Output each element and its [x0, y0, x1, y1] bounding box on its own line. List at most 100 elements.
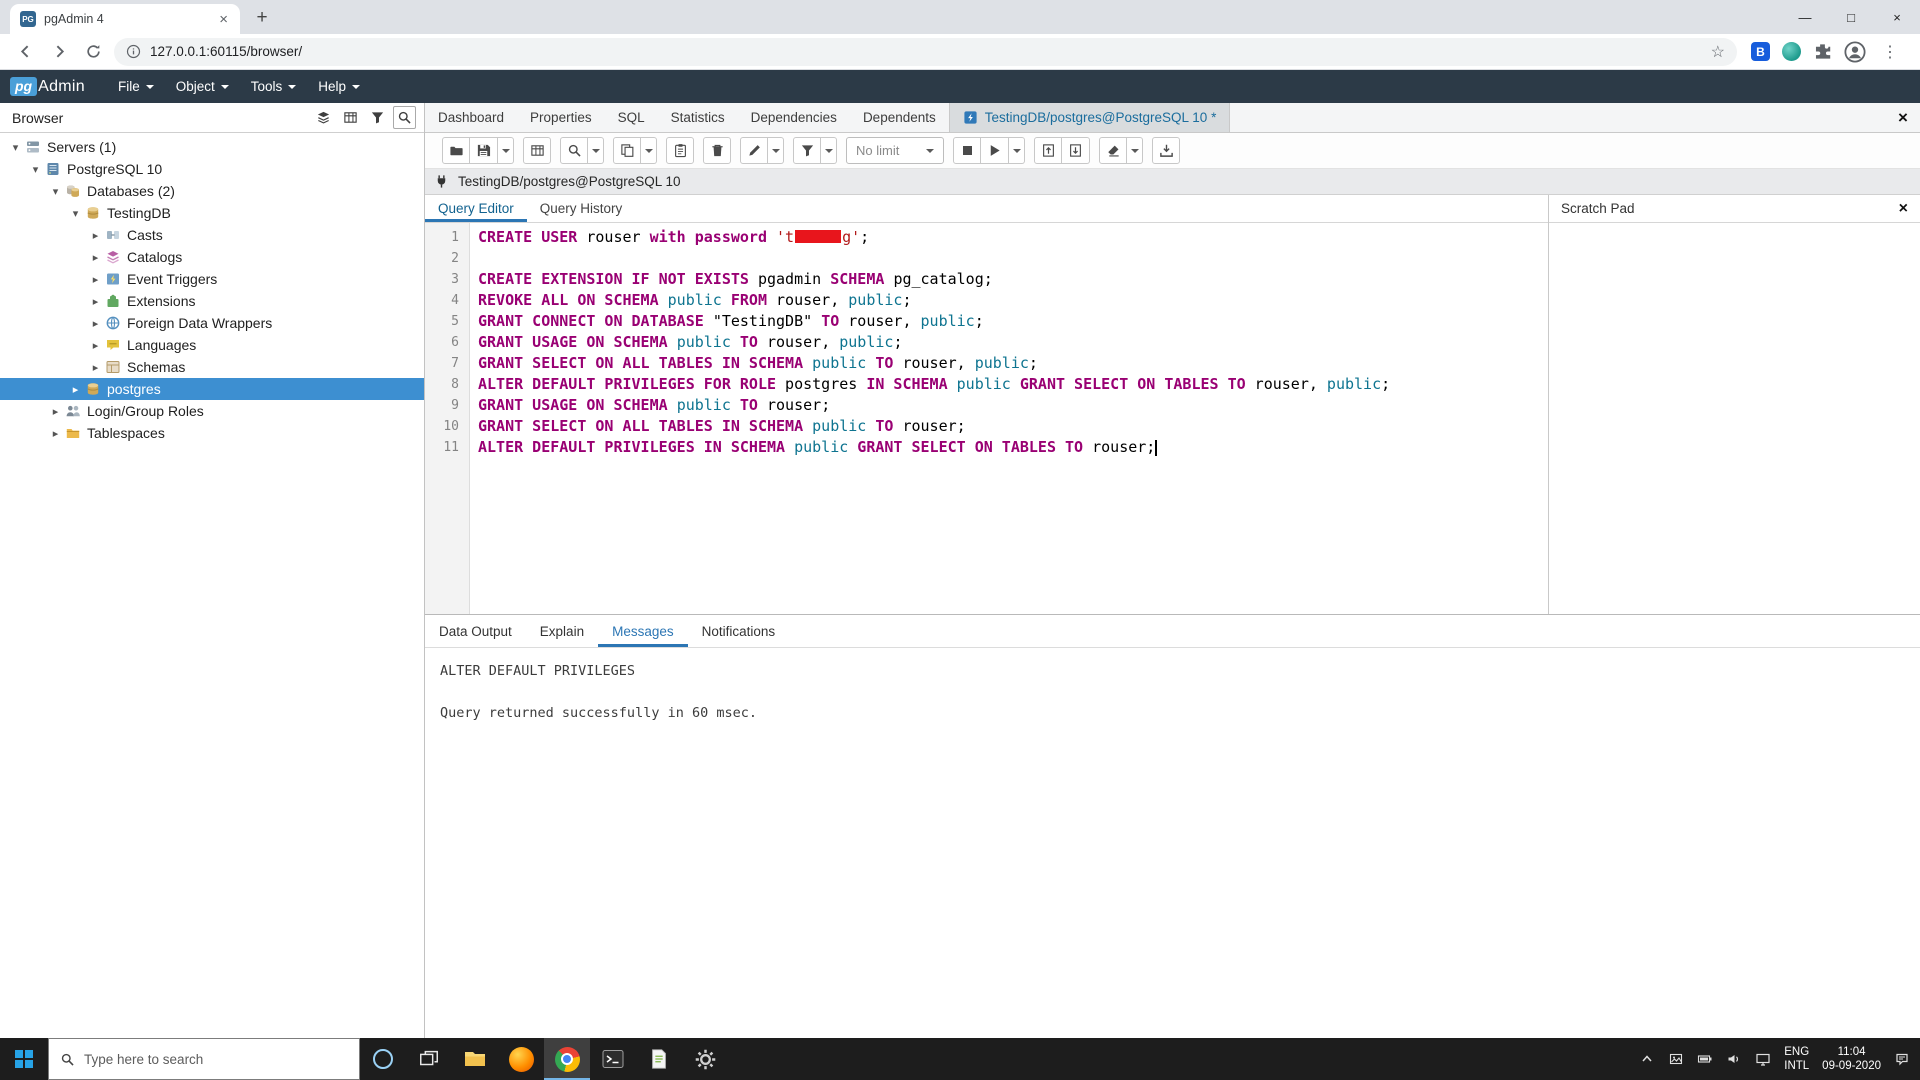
back-button[interactable] — [12, 39, 38, 65]
paste-button[interactable] — [666, 137, 694, 164]
tab-query-editor[interactable]: Query Editor — [425, 195, 527, 222]
find-dropdown-button[interactable] — [588, 137, 604, 164]
scratch-pad-close-icon[interactable]: × — [1899, 200, 1908, 218]
scratch-pad-body[interactable] — [1549, 223, 1920, 614]
search-browser-tree-button[interactable] — [393, 106, 416, 129]
browser-menu-icon[interactable]: ⋮ — [1878, 42, 1902, 62]
edit-grid-button[interactable] — [523, 137, 551, 164]
chevron-right-icon[interactable]: ▸ — [88, 317, 103, 330]
tree-item-catalogs[interactable]: ▸Catalogs — [0, 246, 424, 268]
tree-item-languages[interactable]: ▸Languages — [0, 334, 424, 356]
save-file-dropdown-button[interactable] — [498, 137, 514, 164]
chevron-right-icon[interactable]: ▸ — [88, 229, 103, 242]
chevron-down-icon[interactable]: ▾ — [28, 163, 43, 176]
browser-tab[interactable]: PG pgAdmin 4 × — [10, 4, 240, 34]
find-button[interactable] — [560, 137, 588, 164]
taskbar-search[interactable]: Type here to search — [48, 1038, 360, 1080]
action-center-icon[interactable] — [1894, 1051, 1910, 1067]
edit-options-button[interactable] — [740, 137, 768, 164]
url-bar[interactable]: 127.0.0.1:60115/browser/ ☆ — [114, 38, 1737, 66]
tab-data-output[interactable]: Data Output — [425, 615, 526, 647]
reload-button[interactable] — [80, 39, 106, 65]
tree-item-postgresql-10[interactable]: ▾PostgreSQL 10 — [0, 158, 424, 180]
chevron-down-icon[interactable]: ▾ — [8, 141, 23, 154]
taskbar-app-settings-icon[interactable] — [682, 1038, 728, 1080]
rollback-button[interactable] — [1062, 137, 1090, 164]
extension-b-icon[interactable]: B — [1751, 42, 1770, 61]
tree-item-event-triggers[interactable]: ▸Event Triggers — [0, 268, 424, 290]
code-line[interactable]: 7GRANT SELECT ON ALL TABLES IN SCHEMA pu… — [425, 353, 1548, 374]
code-line[interactable]: 1CREATE USER rouser with password 'tg'; — [425, 227, 1548, 248]
code-line[interactable]: 10GRANT SELECT ON ALL TABLES IN SCHEMA p… — [425, 416, 1548, 437]
menu-file[interactable]: File — [107, 70, 165, 103]
code-line[interactable]: 11ALTER DEFAULT PRIVILEGES IN SCHEMA pub… — [425, 437, 1548, 458]
code-line[interactable]: 9GRANT USAGE ON SCHEMA public TO rouser; — [425, 395, 1548, 416]
chevron-right-icon[interactable]: ▸ — [88, 339, 103, 352]
view-properties-grid-button[interactable] — [339, 106, 362, 129]
code-line[interactable]: 5GRANT CONNECT ON DATABASE "TestingDB" T… — [425, 311, 1548, 332]
chevron-right-icon[interactable]: ▸ — [48, 405, 63, 418]
download-csv-button[interactable] — [1152, 137, 1180, 164]
clock[interactable]: 11:04 09-09-2020 — [1822, 1045, 1881, 1073]
site-info-icon[interactable] — [126, 44, 141, 59]
speaker-icon[interactable] — [1726, 1051, 1742, 1067]
tab-query-history[interactable]: Query History — [527, 195, 636, 222]
tab-close-icon[interactable]: × — [217, 12, 230, 27]
new-tab-button[interactable]: + — [248, 4, 276, 32]
close-window-button[interactable]: × — [1874, 0, 1920, 34]
tree-item-casts[interactable]: ▸Casts — [0, 224, 424, 246]
tab-dependents[interactable]: Dependents — [850, 103, 949, 132]
forward-button[interactable] — [46, 39, 72, 65]
taskbar-app-task-view[interactable] — [406, 1038, 452, 1080]
code-line[interactable]: 8ALTER DEFAULT PRIVILEGES FOR ROLE postg… — [425, 374, 1548, 395]
chevron-down-icon[interactable]: ▾ — [48, 185, 63, 198]
execute-query-dropdown-button[interactable] — [1009, 137, 1025, 164]
battery-icon[interactable] — [1697, 1051, 1713, 1067]
commit-button[interactable] — [1034, 137, 1062, 164]
clear-dropdown-button[interactable] — [1127, 137, 1143, 164]
clear-button[interactable] — [1099, 137, 1127, 164]
tree-item-extensions[interactable]: ▸Extensions — [0, 290, 424, 312]
tab-notifications[interactable]: Notifications — [688, 615, 790, 647]
delete-row-button[interactable] — [703, 137, 731, 164]
tree-item-testingdb[interactable]: ▾TestingDB — [0, 202, 424, 224]
copy-dropdown-button[interactable] — [641, 137, 657, 164]
extension-globe-icon[interactable] — [1782, 42, 1801, 61]
tree-item-foreign-data-wrappers[interactable]: ▸Foreign Data Wrappers — [0, 312, 424, 334]
filter-browser-tree-button[interactable] — [366, 106, 389, 129]
taskbar-app-cortana[interactable] — [360, 1038, 406, 1080]
tree-item-servers-1[interactable]: ▾Servers (1) — [0, 136, 424, 158]
minimize-button[interactable]: — — [1782, 0, 1828, 34]
chevron-right-icon[interactable]: ▸ — [68, 383, 83, 396]
code-line[interactable]: 4REVOKE ALL ON SCHEMA public FROM rouser… — [425, 290, 1548, 311]
bookmark-star-icon[interactable]: ☆ — [1711, 42, 1725, 62]
chevron-up-icon[interactable] — [1639, 1051, 1655, 1067]
taskbar-app-file-explorer-icon[interactable] — [452, 1038, 498, 1080]
language-indicator[interactable]: ENG INTL — [1784, 1045, 1809, 1073]
maximize-button[interactable]: □ — [1828, 0, 1874, 34]
code-line[interactable]: 6GRANT USAGE ON SCHEMA public TO rouser,… — [425, 332, 1548, 353]
menu-tools[interactable]: Tools — [240, 70, 308, 103]
tab-dependencies[interactable]: Dependencies — [738, 103, 850, 132]
code-line[interactable]: 2 — [425, 248, 1548, 269]
menu-object[interactable]: Object — [165, 70, 240, 103]
close-panel-icon[interactable]: × — [1886, 103, 1920, 132]
chevron-right-icon[interactable]: ▸ — [48, 427, 63, 440]
tab-explain[interactable]: Explain — [526, 615, 598, 647]
photo-icon[interactable] — [1668, 1051, 1684, 1067]
tab-query-tool-active[interactable]: TestingDB/postgres@PostgreSQL 10 * — [949, 103, 1231, 132]
copy-button[interactable] — [613, 137, 641, 164]
chevron-right-icon[interactable]: ▸ — [88, 273, 103, 286]
tab-sql[interactable]: SQL — [605, 103, 658, 132]
monitor-icon[interactable] — [1755, 1051, 1771, 1067]
chevron-down-icon[interactable]: ▾ — [68, 207, 83, 220]
tree-item-postgres[interactable]: ▸postgres — [0, 378, 424, 400]
tab-dashboard[interactable]: Dashboard — [425, 103, 517, 132]
taskbar-app-firefox-icon[interactable] — [498, 1038, 544, 1080]
row-limit-select[interactable]: No limit — [846, 137, 944, 164]
chevron-right-icon[interactable]: ▸ — [88, 361, 103, 374]
save-file-button[interactable] — [470, 137, 498, 164]
taskbar-app-notepad-icon[interactable] — [636, 1038, 682, 1080]
sql-editor[interactable]: 1CREATE USER rouser with password 'tg';2… — [425, 223, 1548, 614]
taskbar-app-terminal-icon[interactable] — [590, 1038, 636, 1080]
